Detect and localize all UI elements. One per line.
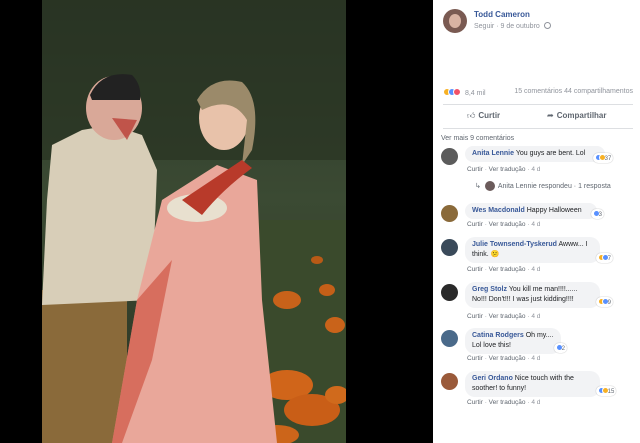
reaction-summary: 8,4 mil 15 comentários 44 compartilhamen…	[443, 88, 633, 100]
commenter-avatar[interactable]	[441, 239, 458, 256]
comment-time[interactable]: 4 d	[531, 313, 540, 320]
comment-time[interactable]: 4 d	[531, 221, 540, 228]
photo-viewer	[0, 0, 433, 443]
translate-link[interactable]: Ver tradução	[489, 266, 526, 273]
view-more-comments[interactable]: Ver mais 9 comentários	[441, 135, 514, 142]
comment-like-link[interactable]: Curtir	[467, 399, 483, 406]
comment-bubble: Catina Rodgers Oh my.... Lol love this!	[465, 328, 561, 354]
comment-reactions[interactable]: 15	[596, 386, 617, 396]
comment-links: Curtir · Ver tradução · 4 d	[467, 221, 541, 228]
comment-like-link[interactable]: Curtir	[467, 221, 483, 228]
commenter-name[interactable]: Geri Ordano	[472, 375, 513, 382]
post-actions: 👍︎ Curtir ➦ Compartilhar	[443, 106, 633, 126]
commenter-name[interactable]: Wes Macdonald	[472, 207, 525, 214]
like-button[interactable]: 👍︎ Curtir	[467, 111, 500, 121]
comment-links: Curtir · Ver tradução · 4 d	[467, 266, 541, 273]
comment-reactions[interactable]: 7	[596, 253, 614, 263]
comment-links: Curtir · Ver tradução · 4 d	[467, 166, 541, 173]
comment-like-link[interactable]: Curtir	[467, 355, 483, 362]
comment-links: Curtir · Ver tradução · 4 d	[467, 399, 541, 406]
comment-like-link[interactable]: Curtir	[467, 266, 483, 273]
globe-icon	[543, 22, 551, 29]
commenter-avatar[interactable]	[441, 373, 458, 390]
follow-link[interactable]: Seguir	[474, 23, 494, 30]
comment-time[interactable]: 4 d	[531, 166, 540, 173]
commenter-avatar[interactable]	[441, 284, 458, 301]
reply-arrow-icon: ↳	[475, 183, 481, 190]
share-button[interactable]: ➦ Compartilhar	[547, 111, 607, 120]
comment-reaction-count: 7	[607, 256, 612, 262]
replier-name: Anita Lennie	[497, 183, 537, 190]
like-label: Curtir	[478, 111, 501, 120]
comment-text: Happy Halloween	[526, 207, 582, 214]
author-avatar[interactable]	[443, 9, 467, 33]
reply-count: 1 resposta	[578, 183, 611, 190]
commenter-name[interactable]: Anita Lennie	[472, 150, 514, 157]
comment-reactions[interactable]: 2	[554, 343, 568, 353]
comment-count[interactable]: 15 comentários	[514, 88, 562, 95]
post-photo[interactable]	[42, 0, 346, 443]
comment-reactions[interactable]: 9	[596, 297, 614, 307]
share-count[interactable]: 44 compartilhamentos	[564, 88, 633, 95]
comment-bubble: Geri Ordano Nice touch with the soother!…	[465, 371, 600, 397]
comment-reaction-count: 37	[604, 156, 612, 162]
author-name[interactable]: Todd Cameron	[474, 10, 530, 19]
comment-reaction-count: 15	[607, 389, 615, 395]
commenter-avatar[interactable]	[441, 330, 458, 347]
comment-like-link[interactable]: Curtir	[467, 313, 483, 320]
replier-avatar	[484, 181, 495, 191]
commenter-avatar[interactable]	[441, 148, 458, 165]
comment-reaction-count: 3	[598, 212, 603, 218]
commenter-name[interactable]: Greg Stolz	[472, 286, 507, 293]
thumbs-up-icon: 👍︎	[467, 111, 476, 120]
reaction-icons[interactable]	[443, 88, 461, 97]
post-header: Todd Cameron Seguir · 9 de outubro	[443, 8, 633, 34]
reply-thread[interactable]: ↳ Anita Lennie respondeu · 1 resposta	[475, 181, 611, 191]
post-date[interactable]: 9 de outubro	[500, 23, 539, 30]
comment-bubble: Wes Macdonald Happy Halloween	[465, 203, 597, 219]
comment-like-link[interactable]: Curtir	[467, 166, 483, 173]
comment-reaction-count: 2	[561, 346, 566, 352]
comment-time[interactable]: 4 d	[531, 266, 540, 273]
comment-bubble: Greg Stolz You kill me man!!!!...... No!…	[465, 282, 600, 308]
translate-link[interactable]: Ver tradução	[489, 355, 526, 362]
comment-text: You guys are bent. Lol	[515, 150, 586, 157]
translate-link[interactable]: Ver tradução	[489, 313, 526, 320]
comment-links: Curtir · Ver tradução · 4 d	[467, 313, 541, 320]
divider	[443, 104, 633, 105]
post-side-panel: Todd Cameron Seguir · 9 de outubro 8,4 m…	[433, 0, 640, 443]
comment-reaction-count: 9	[607, 300, 612, 306]
commenter-name[interactable]: Julie Townsend-Tyskerud	[472, 241, 557, 248]
reply-action: respondeu	[538, 183, 572, 190]
comment-links: Curtir · Ver tradução · 4 d	[467, 355, 541, 362]
comment-time[interactable]: 4 d	[531, 355, 540, 362]
meta-separator: ·	[496, 23, 499, 30]
comment-reactions[interactable]: 3	[591, 209, 605, 219]
share-arrow-icon: ➦	[547, 111, 554, 120]
comment-reactions[interactable]: 37	[593, 153, 614, 163]
comment-bubble: Anita Lennie You guys are bent. Lol	[465, 146, 605, 162]
post-meta: Seguir · 9 de outubro	[474, 22, 551, 30]
commenter-name[interactable]: Catina Rodgers	[472, 332, 524, 339]
comment-time[interactable]: 4 d	[531, 399, 540, 406]
love-icon	[453, 88, 461, 96]
commenter-avatar[interactable]	[441, 205, 458, 222]
engagement-counts: 15 comentários 44 compartilhamentos	[514, 88, 633, 95]
translate-link[interactable]: Ver tradução	[489, 166, 526, 173]
translate-link[interactable]: Ver tradução	[489, 221, 526, 228]
share-label: Compartilhar	[556, 111, 607, 120]
divider	[443, 128, 633, 129]
reply-separator: ·	[573, 183, 577, 190]
translate-link[interactable]: Ver tradução	[489, 399, 526, 406]
reaction-count[interactable]: 8,4 mil	[465, 90, 486, 97]
comment-bubble: Julie Townsend-Tyskerud Awww... I think.…	[465, 237, 600, 263]
